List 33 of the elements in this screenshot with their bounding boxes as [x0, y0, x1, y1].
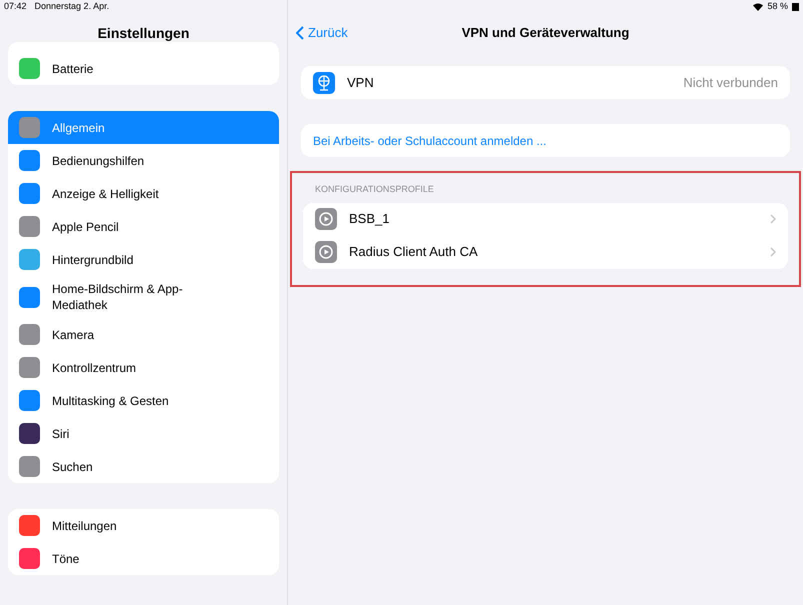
sidebar-item[interactable]: Suchen: [8, 450, 279, 483]
sidebar-item[interactable]: Home-Bildschirm & App-Mediathek: [8, 276, 279, 318]
sidebar-item[interactable]: Allgemein: [8, 111, 279, 144]
sidebar-item[interactable]: Mitteilungen: [8, 509, 279, 542]
vpn-status: Nicht verbunden: [683, 74, 778, 92]
sidebar-item[interactable]: Töne: [8, 542, 279, 575]
profile-name: BSB_1: [349, 210, 390, 228]
battery-level: 58 %: [767, 0, 788, 14]
sidebar-item[interactable]: Bedienungshilfen: [8, 144, 279, 177]
sidebar-item[interactable]: Siri: [8, 417, 279, 450]
vpn-label: VPN: [347, 74, 375, 92]
profile-row[interactable]: BSB_1: [303, 202, 788, 236]
profile-row[interactable]: Radius Client Auth CA: [303, 236, 788, 268]
wifi-icon: [753, 3, 764, 11]
chevron-right-icon: [770, 247, 776, 257]
sidebar-title: Einstellungen: [98, 24, 190, 43]
chevron-right-icon: [770, 214, 776, 224]
page-title: VPN und Geräteverwaltung: [462, 24, 630, 42]
sidebar-item[interactable]: Kamera: [8, 318, 279, 351]
globe-icon: [313, 72, 335, 94]
sidebar-item[interactable]: Hintergrundbild: [8, 243, 279, 276]
section-header: KONFIGURATIONSPROFILE: [314, 183, 435, 196]
vpn-row[interactable]: VPN Nicht verbunden: [301, 66, 790, 99]
chevron-left-icon: [296, 26, 304, 40]
sidebar-item[interactable]: Anzeige & Helligkeit: [8, 177, 279, 210]
profile-name: Radius Client Auth CA: [349, 243, 479, 262]
status-time: 07:42: [4, 0, 27, 14]
status-date: Donnerstag 2. Apr.: [34, 0, 110, 14]
sidebar-item[interactable]: Batterie: [8, 52, 279, 85]
sidebar-item[interactable]: Kontrollzentrum: [8, 351, 279, 384]
battery-icon: [792, 3, 799, 11]
sidebar-item[interactable]: Apple Pencil: [8, 210, 279, 243]
sidebar-item[interactable]: Multitasking & Gesten: [8, 384, 279, 417]
